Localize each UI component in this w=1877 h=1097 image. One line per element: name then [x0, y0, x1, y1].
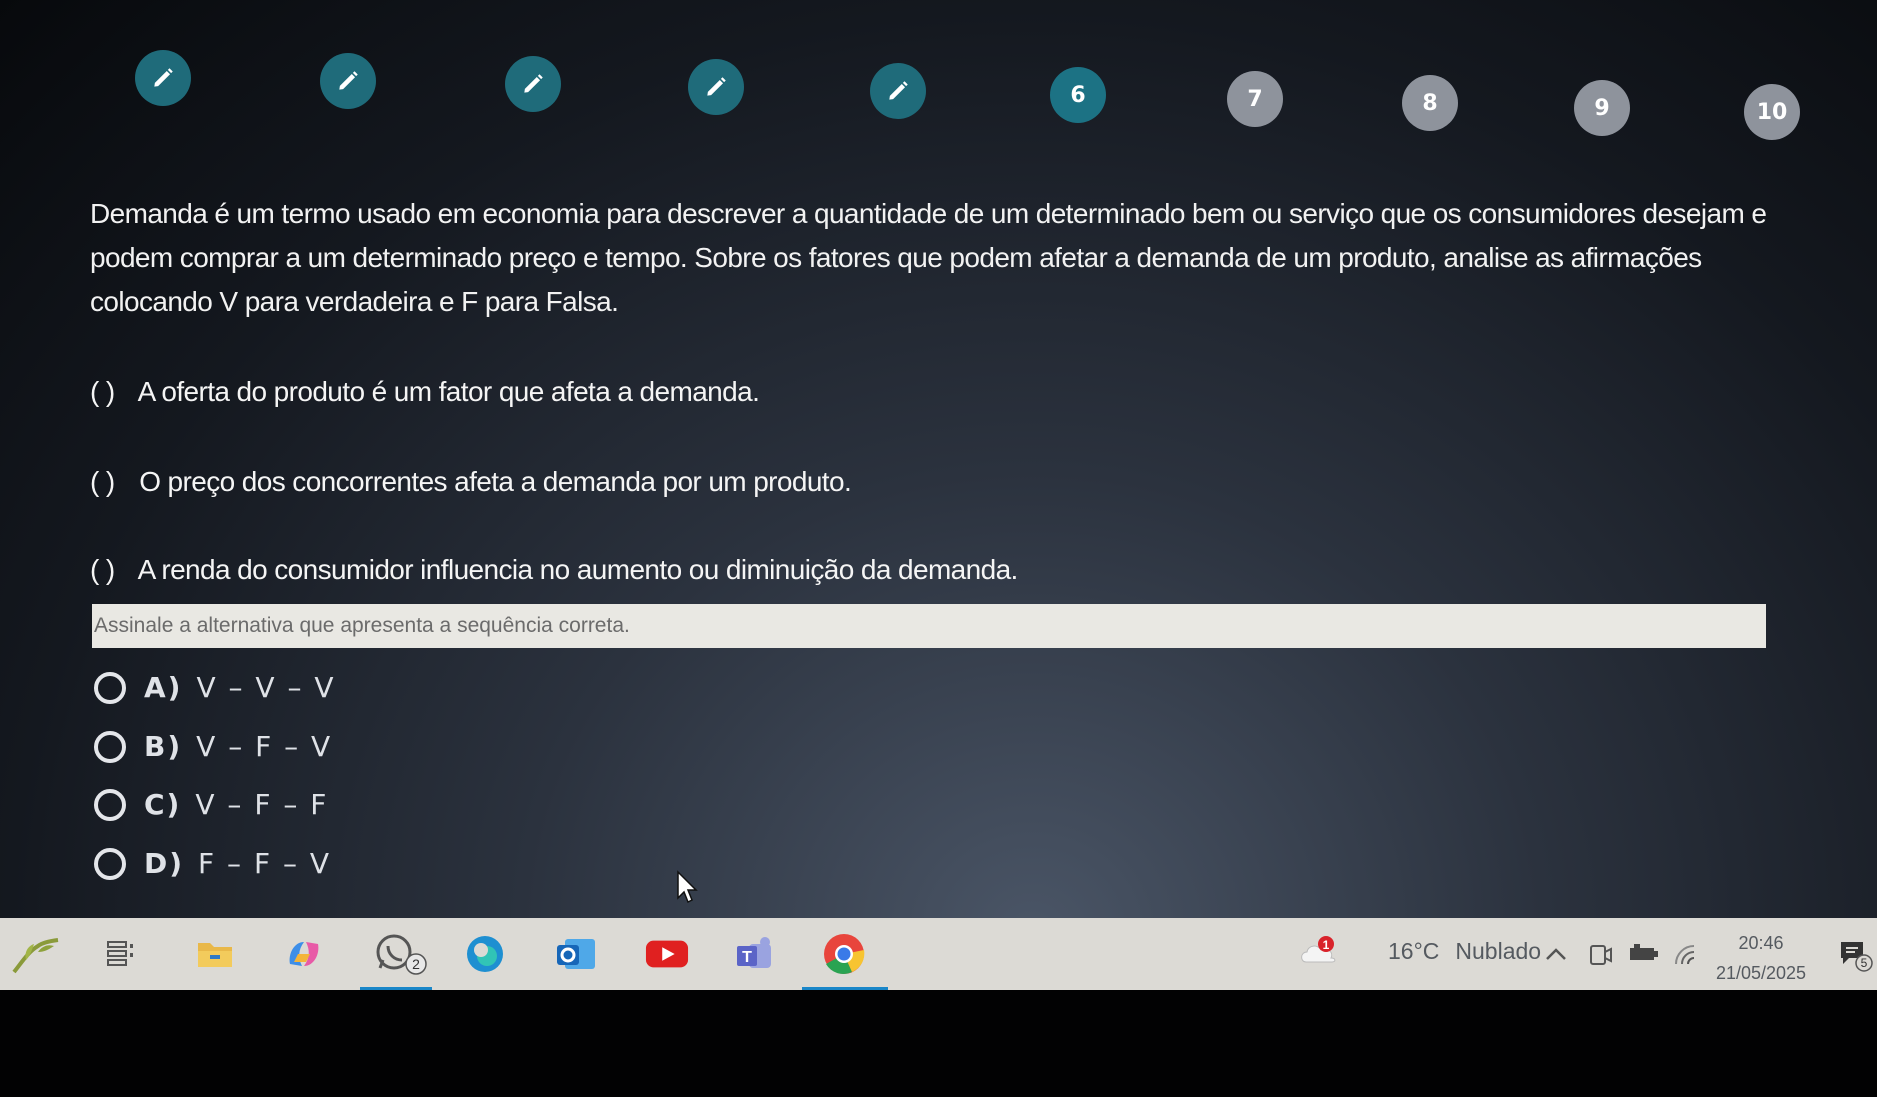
- radio-button[interactable]: [94, 847, 126, 880]
- notification-icon[interactable]: 5: [1836, 932, 1874, 976]
- statement-2: ( ) O preço dos concorrentes afeta a dem…: [90, 466, 852, 498]
- answer-blank: ( ): [90, 466, 115, 497]
- temperature: 16°C: [1388, 937, 1440, 964]
- teams-icon[interactable]: T: [734, 932, 778, 976]
- statement-text: O preço dos concorrentes afeta a demanda…: [139, 466, 852, 497]
- notification-count: 5: [1861, 956, 1868, 970]
- pencil-icon: [339, 71, 358, 90]
- statement-3: ( ) A renda do consumidor influencia no …: [90, 554, 1018, 586]
- pencil-icon: [524, 74, 543, 93]
- option-letter: B): [144, 730, 183, 763]
- step-1[interactable]: [135, 50, 191, 106]
- option-value: F – F – V: [198, 847, 332, 880]
- task-view-icon[interactable]: [98, 932, 142, 976]
- pencil-icon: [889, 81, 908, 100]
- taskbar: 2 T 1 16°C Nublado 20:46 21/05/2025 5: [0, 918, 1877, 990]
- step-number: 6: [1070, 82, 1086, 108]
- step-6[interactable]: 6: [1050, 67, 1106, 123]
- weather-condition: Nublado: [1455, 937, 1542, 964]
- step-number: 7: [1247, 86, 1263, 112]
- svg-text:T: T: [742, 949, 752, 966]
- copilot-icon[interactable]: [282, 932, 326, 976]
- chevron-up-icon[interactable]: [1540, 932, 1572, 976]
- statement-text: A renda do consumidor influencia no aume…: [137, 554, 1019, 585]
- radio-button[interactable]: [94, 788, 126, 821]
- option-a[interactable]: A) V – V – V: [94, 671, 336, 704]
- whatsapp-badge: 2: [412, 956, 420, 972]
- statement-text: A oferta do produto é um fator que afeta…: [137, 376, 760, 407]
- option-letter: C): [144, 788, 182, 821]
- step-9[interactable]: 9: [1574, 80, 1630, 136]
- step-4[interactable]: [688, 59, 744, 115]
- step-number: 8: [1422, 90, 1438, 116]
- answer-blank: ( ): [90, 376, 115, 407]
- answer-blank: ( ): [90, 554, 115, 585]
- quiz-content: 6 7 8 9 10 Demanda é um termo usado em e…: [50, 0, 1800, 918]
- step-number: 10: [1756, 99, 1788, 125]
- step-number: 9: [1594, 95, 1610, 121]
- screen-bezel: [0, 990, 1877, 1097]
- weather-alert-badge: 1: [1323, 938, 1330, 952]
- option-value: V – F – V: [196, 730, 333, 763]
- option-d[interactable]: D) F – F – V: [94, 847, 331, 880]
- option-value: V – V – V: [196, 671, 336, 704]
- step-7[interactable]: 7: [1227, 71, 1283, 127]
- whatsapp-icon[interactable]: 2: [372, 932, 428, 976]
- weather-widget[interactable]: 1 16°C Nublado: [1298, 936, 1541, 966]
- radio-button[interactable]: [94, 671, 126, 704]
- option-letter: A): [144, 671, 183, 704]
- pencil-icon: [154, 68, 173, 87]
- option-letter: D): [144, 847, 185, 880]
- youtube-icon[interactable]: [645, 932, 689, 976]
- radio-button[interactable]: [94, 730, 126, 763]
- wifi-icon[interactable]: [1668, 932, 1704, 976]
- screen: 6 7 8 9 10 Demanda é um termo usado em e…: [0, 0, 1877, 1097]
- mouse-cursor-icon: [677, 870, 698, 904]
- prompt-bar: Assinale a alternativa que apresenta a s…: [92, 604, 1766, 648]
- step-5[interactable]: [870, 63, 926, 119]
- option-b[interactable]: B) V – F – V: [94, 730, 332, 763]
- statement-1: ( ) A oferta do produto é um fator que a…: [90, 376, 760, 408]
- step-3[interactable]: [505, 56, 561, 112]
- clock-date: 21/05/2025: [1715, 963, 1807, 983]
- widgets-plant-icon[interactable]: [8, 932, 64, 976]
- system-clock[interactable]: 20:46 21/05/2025: [1706, 928, 1816, 988]
- clock-time: 20:46: [1738, 933, 1784, 953]
- question-text: Demanda é um termo usado em economia par…: [90, 198, 1767, 317]
- battery-icon[interactable]: [1626, 932, 1662, 976]
- option-c[interactable]: C) V – F – F: [94, 788, 328, 821]
- step-8[interactable]: 8: [1402, 75, 1458, 131]
- outlook-icon[interactable]: [554, 932, 598, 976]
- chrome-icon[interactable]: [822, 932, 866, 976]
- file-explorer-icon[interactable]: [193, 932, 237, 976]
- step-10[interactable]: 10: [1744, 84, 1800, 140]
- step-progress: 6 7 8 9 10: [50, 50, 1800, 140]
- pencil-icon: [707, 77, 726, 96]
- option-value: V – F – F: [195, 788, 329, 821]
- meet-now-icon[interactable]: [1584, 932, 1616, 976]
- step-2[interactable]: [320, 53, 376, 109]
- edge-icon[interactable]: [463, 932, 507, 976]
- cloud-icon: 1: [1301, 936, 1336, 963]
